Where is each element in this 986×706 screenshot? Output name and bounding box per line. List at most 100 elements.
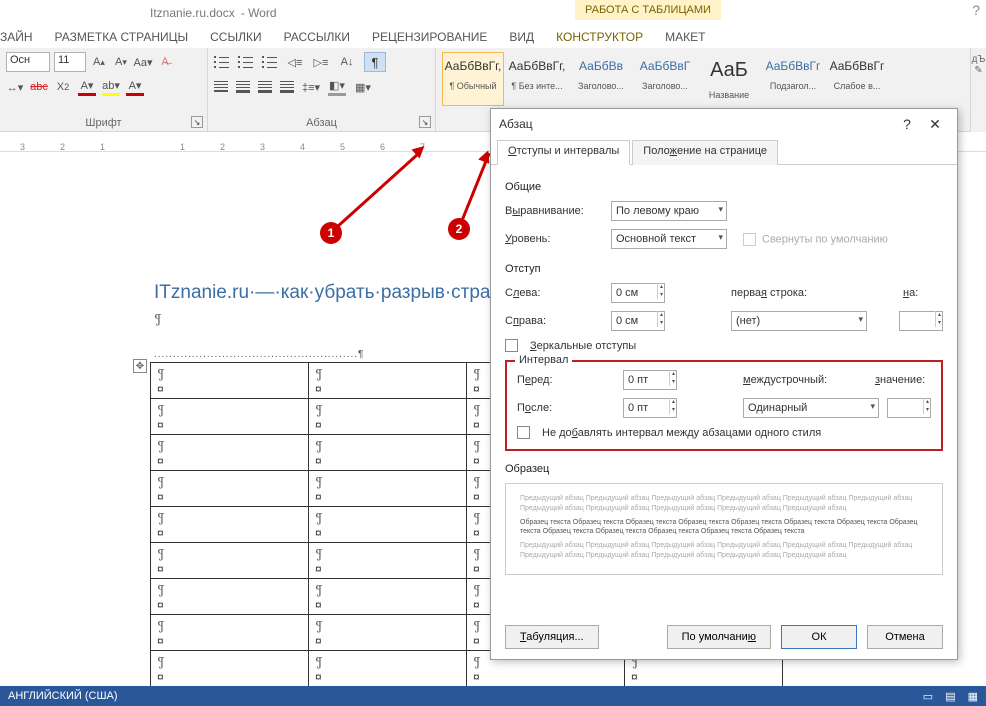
tab-mailings[interactable]: РАССЫЛКИ bbox=[284, 30, 350, 44]
table-cell[interactable]: ¶¤ bbox=[151, 651, 309, 687]
font-name-select[interactable]: Осн bbox=[6, 52, 50, 72]
style-sample: АаБбВвГг, bbox=[507, 59, 567, 73]
tab-references[interactable]: ССЫЛКИ bbox=[210, 30, 261, 44]
subscript-icon[interactable]: X2 bbox=[54, 78, 72, 96]
increase-indent-icon[interactable]: ▷≡ bbox=[312, 53, 330, 71]
ok-button[interactable]: ОК bbox=[781, 625, 857, 649]
table-cell[interactable]: ¶¤ bbox=[309, 471, 467, 507]
tab-design[interactable]: ЗАЙН bbox=[0, 30, 33, 44]
table-cell[interactable]: ¶¤ bbox=[151, 435, 309, 471]
decrease-indent-icon[interactable]: ◁≡ bbox=[286, 53, 304, 71]
style-gallery-item[interactable]: АаБбВвГг,¶ Без инте... bbox=[506, 52, 568, 106]
indent-right-spin[interactable]: 0 см bbox=[611, 311, 665, 331]
change-case-icon[interactable]: Aa▾ bbox=[134, 53, 152, 71]
tab-review[interactable]: РЕЦЕНЗИРОВАНИЕ bbox=[372, 30, 487, 44]
tab-view[interactable]: ВИД bbox=[509, 30, 534, 44]
tab-layout[interactable]: МАКЕТ bbox=[665, 30, 705, 44]
line-spacing-icon[interactable]: ‡≡▾ bbox=[302, 78, 320, 96]
cell-mark: ¶ bbox=[157, 653, 165, 670]
cell-end-mark: ¤ bbox=[157, 598, 164, 612]
web-layout-icon[interactable]: ▦ bbox=[968, 690, 978, 703]
align-right-icon[interactable] bbox=[258, 81, 272, 93]
table-cell[interactable]: ¶¤ bbox=[309, 363, 467, 399]
table-cell[interactable]: ¶¤ bbox=[151, 363, 309, 399]
interval-legend: Интервал bbox=[515, 354, 572, 366]
table-cell[interactable]: ¶¤ bbox=[151, 543, 309, 579]
text-effects-icon[interactable]: A▾ bbox=[126, 78, 144, 96]
table-cell[interactable]: ¶¤ bbox=[309, 615, 467, 651]
table-move-handle[interactable]: ✥ bbox=[133, 359, 147, 373]
status-language[interactable]: АНГЛИЙСКИЙ (США) bbox=[8, 690, 118, 702]
align-justify-icon[interactable] bbox=[280, 81, 294, 93]
table-cell[interactable]: ¶¤ bbox=[309, 579, 467, 615]
cell-end-mark: ¤ bbox=[315, 562, 322, 576]
indent-section-header: Отступ bbox=[505, 263, 943, 275]
help-icon[interactable]: ? bbox=[972, 2, 980, 18]
style-gallery-item[interactable]: АаБбВвГЗаголово... bbox=[634, 52, 696, 106]
style-name: Название bbox=[699, 90, 759, 100]
before-spin[interactable]: 0 пт bbox=[623, 370, 677, 390]
indent-left-spin[interactable]: 0 см bbox=[611, 283, 665, 303]
shrink-font-icon[interactable]: A▾ bbox=[112, 53, 130, 71]
mirror-checkbox[interactable] bbox=[505, 339, 518, 352]
first-line-combo[interactable]: (нет) bbox=[731, 311, 867, 331]
dialog-tab-position[interactable]: Положение на странице bbox=[632, 140, 778, 165]
clear-format-icon[interactable]: A̶ bbox=[156, 53, 174, 71]
style-gallery-item[interactable]: АаБбВвГг,¶ Обычный bbox=[442, 52, 504, 106]
table-cell[interactable]: ¶¤ bbox=[309, 651, 467, 687]
borders-icon[interactable]: ▦▾ bbox=[354, 78, 372, 96]
by-spin[interactable] bbox=[899, 311, 943, 331]
strikethrough-icon[interactable]: abc bbox=[30, 78, 48, 96]
multilevel-list-icon[interactable] bbox=[262, 55, 278, 69]
dialog-close-icon[interactable]: ✕ bbox=[921, 113, 949, 135]
style-gallery-item[interactable]: АаБбВвГгСлабое в... bbox=[826, 52, 888, 106]
line-spacing-combo[interactable]: Одинарный bbox=[743, 398, 879, 418]
cancel-button[interactable]: Отмена bbox=[867, 625, 943, 649]
table-cell[interactable]: ¶¤ bbox=[151, 399, 309, 435]
print-layout-icon[interactable]: ▤ bbox=[945, 690, 955, 703]
show-hide-pilcrow-icon[interactable]: ¶ bbox=[364, 52, 386, 72]
table-cell[interactable]: ¶¤ bbox=[151, 579, 309, 615]
dont-add-label: Не добавлять интервал между абзацами одн… bbox=[542, 427, 821, 439]
default-button[interactable]: По умолчанию bbox=[667, 625, 771, 649]
tab-page-layout[interactable]: РАЗМЕТКА СТРАНИЦЫ bbox=[55, 30, 189, 44]
table-cell[interactable]: ¶¤ bbox=[151, 507, 309, 543]
dialog-tab-indents[interactable]: Отступы и интервалы bbox=[497, 140, 630, 165]
after-spin[interactable]: 0 пт bbox=[623, 398, 677, 418]
side-panel-icon[interactable]: дЪ✎ bbox=[970, 48, 986, 132]
font-group-launcher[interactable]: ↘ bbox=[191, 116, 203, 128]
before-label: Перед: bbox=[517, 374, 617, 386]
grow-font-icon[interactable]: A▴ bbox=[90, 53, 108, 71]
read-mode-icon[interactable]: ▭ bbox=[923, 690, 933, 703]
dialog-help-icon[interactable]: ? bbox=[893, 113, 921, 135]
shading-icon[interactable]: ◧▾ bbox=[328, 78, 346, 96]
cell-end-mark: ¤ bbox=[157, 490, 164, 504]
table-cell[interactable]: ¶¤ bbox=[309, 507, 467, 543]
ruler-icon[interactable]: ↔▾ bbox=[6, 78, 24, 96]
dont-add-checkbox[interactable] bbox=[517, 426, 530, 439]
style-gallery-item[interactable]: АаБбВвЗаголово... bbox=[570, 52, 632, 106]
align-left-icon[interactable] bbox=[214, 81, 228, 93]
cell-end-mark: ¤ bbox=[473, 634, 480, 648]
number-list-icon[interactable] bbox=[238, 55, 254, 69]
table-cell[interactable]: ¶¤ bbox=[151, 471, 309, 507]
title-bar: Itznanie.ru.docx - Word bbox=[0, 0, 986, 26]
sort-icon[interactable]: A↓ bbox=[338, 53, 356, 71]
bullet-list-icon[interactable] bbox=[214, 55, 230, 69]
align-combo[interactable]: По левому краю bbox=[611, 201, 727, 221]
table-cell[interactable]: ¶¤ bbox=[309, 435, 467, 471]
font-size-select[interactable]: 11 bbox=[54, 52, 86, 72]
table-cell[interactable]: ¶¤ bbox=[309, 399, 467, 435]
tab-constructor[interactable]: КОНСТРУКТОР bbox=[556, 30, 643, 44]
style-gallery-item[interactable]: АаБНазвание bbox=[698, 52, 760, 106]
font-color-icon[interactable]: A▾ bbox=[78, 78, 96, 96]
align-center-icon[interactable] bbox=[236, 81, 250, 93]
value-spin[interactable] bbox=[887, 398, 931, 418]
table-cell[interactable]: ¶¤ bbox=[309, 543, 467, 579]
table-cell[interactable]: ¶¤ bbox=[151, 615, 309, 651]
paragraph-group-launcher[interactable]: ↘ bbox=[419, 116, 431, 128]
style-gallery-item[interactable]: АаБбВвГгПодзагол... bbox=[762, 52, 824, 106]
tabs-button[interactable]: Табуляция... bbox=[505, 625, 599, 649]
highlight-icon[interactable]: ab▾ bbox=[102, 78, 120, 96]
level-combo[interactable]: Основной текст bbox=[611, 229, 727, 249]
